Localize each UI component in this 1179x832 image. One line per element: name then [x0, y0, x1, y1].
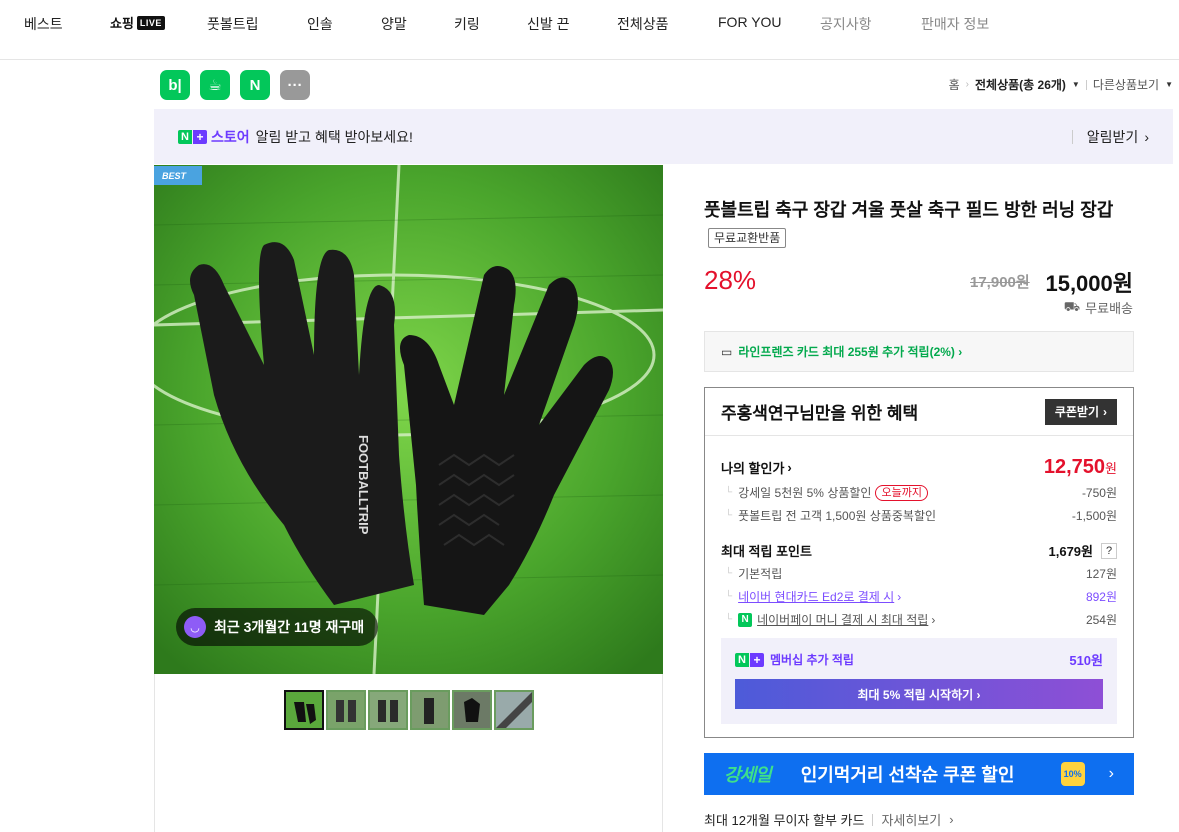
chevron-right-icon: › [1144, 128, 1149, 145]
my-discount-row[interactable]: 나의 할인가 › 12,750원 [721, 456, 1117, 479]
membership-label: 멤버십 추가 적립 [770, 653, 854, 667]
shipping-info: ⛟ 무료배송 [1063, 298, 1133, 317]
nplus-logo-icon: N + [178, 129, 207, 144]
product-main-image[interactable]: FOOTBALLTRIP [154, 165, 663, 674]
help-icon[interactable]: ? [1101, 542, 1117, 559]
chevron-right-icon: › [949, 812, 954, 827]
coupon-heading: 주홍색연구님만을 위한 혜택 [721, 404, 919, 423]
coupon-benefit-box: 주홍색연구님만을 위한 혜택 쿠폰받기 › 나의 할인가 › 12,750원 강… [704, 387, 1134, 738]
chevron-right-icon: › [965, 79, 969, 90]
points-row: 네이버 현대카드 Ed2로 결제 시 › 892원 [721, 588, 1117, 605]
glove-photo: FOOTBALLTRIP [154, 165, 663, 674]
repurchase-badge: ◡ 최근 3개월간 11명 재구매 [176, 608, 379, 646]
nav-shoelace[interactable]: 신발 끈 [527, 14, 570, 34]
card-benefit-banner[interactable]: ▭ 라인프렌즈 카드 최대 255원 추가 적립(2%) › [704, 331, 1134, 372]
original-price: 17,900원 [970, 274, 1030, 291]
nplus-logo-icon: N + [735, 652, 764, 667]
thumbnail-4[interactable] [410, 690, 450, 730]
nav-best[interactable]: 베스트 [24, 14, 63, 34]
max-points-row: 최대 적립 포인트 1,679원 ? [721, 541, 1117, 560]
truck-icon: ⛟ [1063, 298, 1081, 314]
membership-start-button[interactable]: 최대 5% 적립 시작하기 › [735, 679, 1103, 709]
caret-down-icon[interactable]: ▼ [1165, 80, 1173, 89]
nav-all-products[interactable]: 전체상품 [617, 14, 669, 34]
nav-socks[interactable]: 양말 [381, 14, 407, 34]
npay-money-link[interactable]: 네이버페이 머니 결제 시 최대 적립 [757, 611, 928, 628]
top-nav: 베스트 쇼핑 LIVE 풋볼트립 인솔 양말 키링 신발 끈 전체상품 FOR … [0, 0, 1179, 60]
discount-row: 풋볼트립 전 고객 1,500원 상품중복할인 -1,500원 [721, 507, 1117, 524]
product-title: 풋볼트립 축구 장갑 겨울 풋살 축구 필드 방한 러닝 장갑 무료교환반품 [704, 196, 1134, 252]
today-only-tag: 오늘까지 [875, 484, 928, 501]
discount-rate: 28% [704, 265, 757, 295]
chevron-right-icon: › [1108, 765, 1114, 782]
subscribe-alert-button[interactable]: 알림받기 › [1072, 127, 1149, 147]
sale-logo: 강세일 [724, 765, 772, 785]
alert-banner: N + 스토어 알림 받고 혜택 받아보세요! 알림받기 › [154, 109, 1173, 164]
thumbnail-6[interactable] [494, 690, 534, 730]
nav-footballtrip[interactable]: 풋볼트립 [207, 14, 259, 34]
membership-section: N + 멤버십 추가 적립 510원 최대 5% 적립 시작하기 › [721, 638, 1117, 724]
divider [872, 813, 874, 826]
shopping-bag-icon: ◡ [184, 616, 206, 638]
thumbnail-3[interactable] [368, 690, 408, 730]
live-badge: LIVE [136, 15, 165, 30]
nav-seller-info[interactable]: 판매자 정보 [921, 14, 989, 34]
divider [1085, 79, 1087, 90]
best-badge: BEST [154, 166, 202, 185]
caret-down-icon[interactable]: ▼ [1072, 80, 1080, 89]
nav-for-you[interactable]: FOR YOU [718, 14, 782, 30]
nav-keyring[interactable]: 키링 [454, 14, 480, 34]
breadcrumb: 홈 › 전체상품(총 26개) ▼ 다른상품보기 ▼ [949, 76, 1173, 93]
coupon-header: 주홍색연구님만을 위한 혜택 쿠폰받기 › [705, 388, 1133, 436]
thumbnail-2[interactable] [326, 690, 366, 730]
store-label: 스토어 [211, 128, 250, 145]
nav-notice[interactable]: 공지사항 [820, 14, 872, 34]
chevron-right-icon: › [931, 612, 936, 627]
chevron-right-icon: › [787, 460, 792, 475]
blog-icon[interactable]: b| [160, 70, 190, 100]
gift-icon: 10% [1060, 762, 1085, 786]
promo-text: 인기먹거리 선착순 쿠폰 할인 [800, 765, 1015, 785]
svg-text:FOOTBALLTRIP: FOOTBALLTRIP [356, 435, 371, 535]
my-discount-price: 12,750원 [1043, 456, 1117, 478]
more-icon[interactable]: ··· [280, 70, 310, 100]
credit-card-icon: ▭ [721, 344, 733, 359]
membership-value: 510원 [1069, 653, 1103, 668]
sale-price: 15,000원 [1045, 271, 1133, 296]
bookmark-icon[interactable]: N [240, 70, 270, 100]
breadcrumb-home[interactable]: 홈 [949, 76, 960, 93]
points-row: N 네이버페이 머니 결제 시 최대 적립 › 254원 [721, 611, 1117, 628]
installment-info: 최대 12개월 무이자 할부 카드 자세히보기 › [704, 810, 954, 829]
hyundai-card-link[interactable]: 네이버 현대카드 Ed2로 결제 시 [738, 588, 894, 605]
discount-row: 강세일 5천원 5% 상품할인 오늘까지 -750원 [721, 484, 1117, 501]
details-link[interactable]: 자세히보기 [881, 810, 941, 829]
other-products-link[interactable]: 다른상품보기 [1093, 76, 1159, 93]
thumbnail-1[interactable] [284, 690, 324, 730]
points-row: 기본적립 127원 [721, 565, 1117, 582]
cafe-icon[interactable]: ☕ [200, 70, 230, 100]
chevron-right-icon: › [1103, 404, 1107, 419]
nav-shopping-live[interactable]: 쇼핑 LIVE [110, 13, 165, 32]
sale-promo-banner[interactable]: 강세일 인기먹거리 선착순 쿠폰 할인 10% › [704, 753, 1134, 795]
free-return-badge: 무료교환반품 [708, 228, 787, 248]
thumbnail-5[interactable] [452, 690, 492, 730]
nav-insole[interactable]: 인솔 [307, 14, 333, 34]
repurchase-text: 최근 3개월간 11명 재구매 [214, 619, 365, 635]
get-coupon-button[interactable]: 쿠폰받기 › [1044, 398, 1117, 425]
chevron-right-icon: › [897, 589, 902, 604]
breadcrumb-current[interactable]: 전체상품(총 26개) [975, 76, 1066, 93]
alert-message: 알림 받고 혜택 받아보세요! [255, 128, 413, 145]
nav-shopping-label: 쇼핑 [110, 16, 134, 31]
npay-icon: N [738, 612, 753, 627]
thumbnail-strip [284, 690, 534, 730]
